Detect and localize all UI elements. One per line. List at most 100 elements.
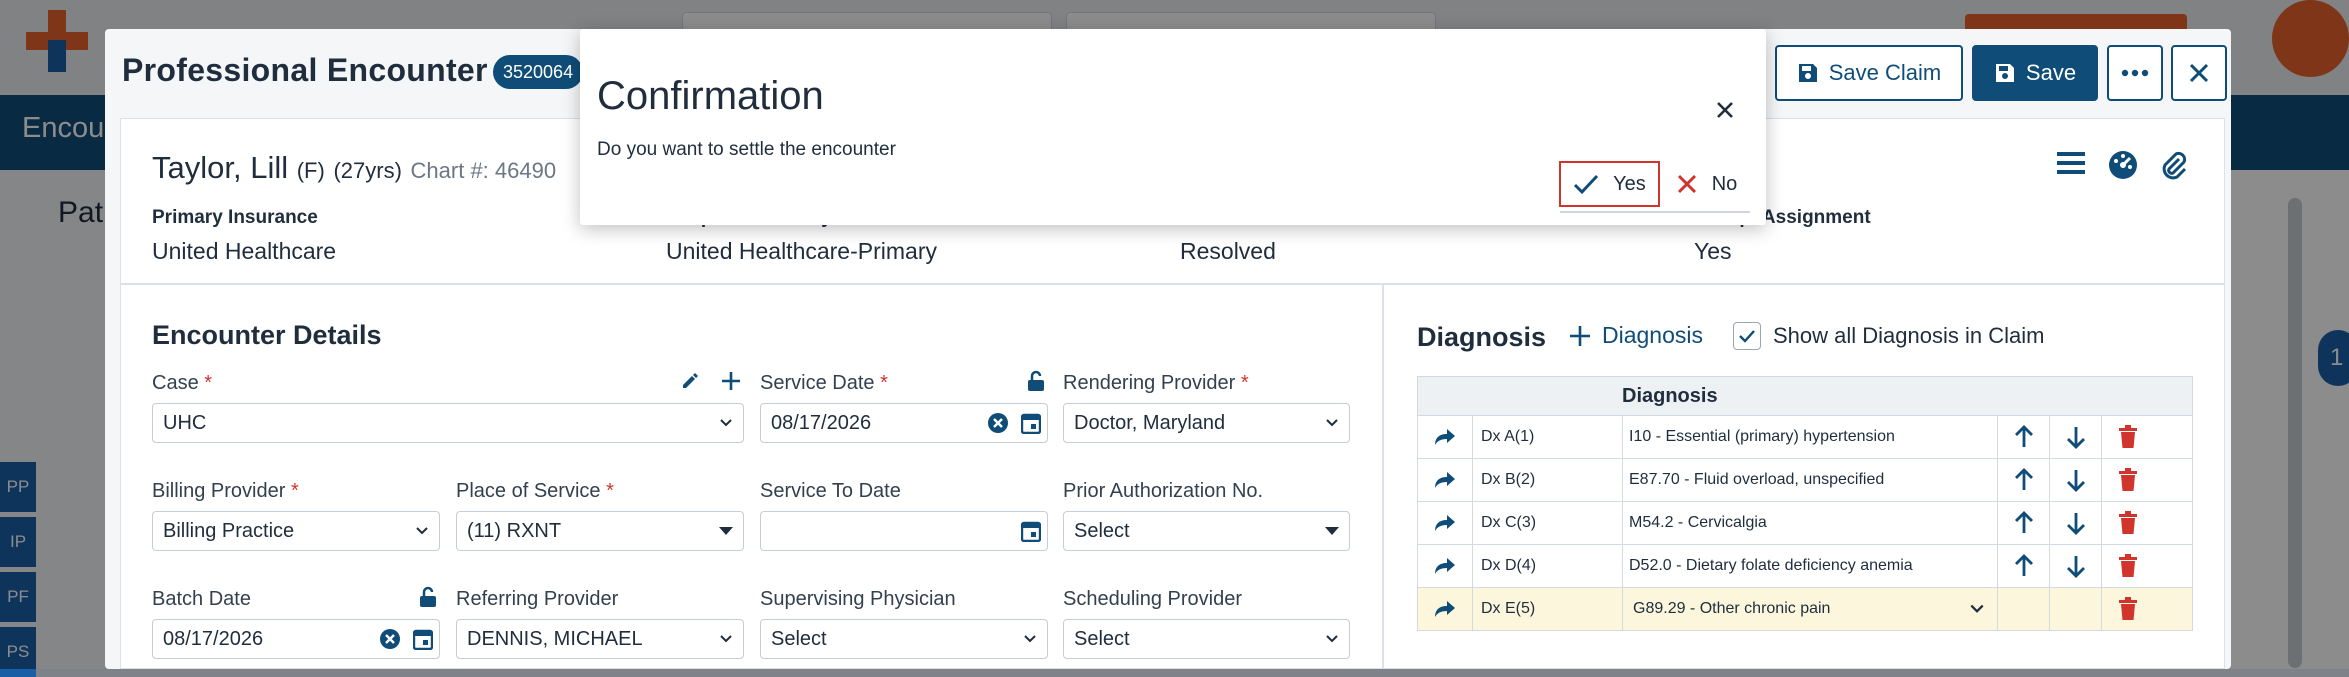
confirmation-close-button[interactable] bbox=[1713, 98, 1737, 122]
diagnosis-table-header: Diagnosis bbox=[1417, 376, 2193, 416]
delete-diagnosis-button[interactable] bbox=[2101, 502, 2153, 544]
edit-case-button[interactable] bbox=[680, 371, 700, 396]
pencil-icon bbox=[683, 373, 698, 388]
link-diagnosis-button[interactable] bbox=[1418, 545, 1472, 587]
column-divider bbox=[1382, 284, 1384, 669]
chevron-down-icon bbox=[416, 527, 428, 535]
billing-provider-select[interactable]: Billing Practice bbox=[152, 511, 440, 551]
rendering-provider-select[interactable]: Doctor, Maryland bbox=[1063, 403, 1350, 443]
service-date-input[interactable]: 08/17/2026 bbox=[760, 403, 1048, 443]
arrow-up-icon bbox=[2014, 468, 2033, 490]
unlock-icon bbox=[420, 586, 436, 607]
diagnosis-description: I10 - Essential (primary) hypertension bbox=[1622, 416, 1997, 458]
chart-number: Chart #: 46490 bbox=[410, 158, 557, 183]
link-diagnosis-button[interactable] bbox=[1418, 416, 1472, 458]
delete-diagnosis-button[interactable] bbox=[2101, 416, 2153, 458]
delete-diagnosis-button[interactable] bbox=[2101, 588, 2153, 630]
dashboard-button[interactable] bbox=[2108, 150, 2138, 185]
claim-status-value: Resolved bbox=[1180, 238, 1276, 264]
section-divider bbox=[120, 283, 2225, 285]
clear-circle-icon[interactable] bbox=[987, 412, 1009, 434]
clear-circle-icon[interactable] bbox=[379, 628, 401, 650]
chevron-down-icon bbox=[1024, 635, 1036, 643]
confirmation-divider bbox=[1560, 211, 1750, 213]
confirmation-message: Do you want to settle the encounter bbox=[597, 139, 896, 160]
move-down-button[interactable] bbox=[2049, 416, 2101, 458]
add-case-button[interactable] bbox=[720, 370, 742, 397]
link-diagnosis-button[interactable] bbox=[1418, 588, 1472, 630]
move-up-button[interactable] bbox=[1997, 416, 2049, 458]
prior-auth-select[interactable]: Select bbox=[1063, 511, 1350, 551]
link-diagnosis-button[interactable] bbox=[1418, 459, 1472, 501]
trash-icon bbox=[2118, 597, 2137, 620]
accept-assignment-value: Yes bbox=[1694, 238, 1732, 264]
check-icon bbox=[1574, 174, 1599, 195]
more-options-button[interactable] bbox=[2107, 45, 2163, 101]
save-button[interactable]: Save bbox=[1972, 45, 2098, 101]
dx-pointer: Dx C(3) bbox=[1472, 502, 1622, 544]
delete-diagnosis-button[interactable] bbox=[2101, 459, 2153, 501]
patient-header: Taylor, Lill (F) (27yrs) Chart #: 46490 bbox=[152, 150, 556, 186]
save-claim-button[interactable]: Save Claim bbox=[1775, 45, 1963, 101]
modal-title: Professional Encounter bbox=[122, 52, 488, 88]
primary-insurance-label: Primary Insurance bbox=[152, 207, 318, 228]
diagnosis-description: D52.0 - Dietary folate deficiency anemia bbox=[1622, 545, 1997, 587]
arrow-up-icon bbox=[2014, 425, 2033, 447]
menu-button[interactable] bbox=[2057, 150, 2085, 181]
service-to-date-input[interactable] bbox=[760, 511, 1048, 551]
encounter-details-title: Encounter Details bbox=[152, 320, 382, 350]
check-icon bbox=[1739, 330, 1755, 343]
arrow-down-icon bbox=[2066, 556, 2085, 578]
primary-insurance-value: United Healthcare bbox=[152, 238, 337, 264]
calendar-icon[interactable] bbox=[1021, 412, 1041, 434]
scheduling-provider-label: Scheduling Provider bbox=[1063, 588, 1242, 610]
patient-age: (27yrs) bbox=[333, 158, 402, 183]
move-up-button[interactable] bbox=[1997, 545, 2049, 587]
diagnosis-select[interactable]: G89.29 - Other chronic pain bbox=[1622, 588, 1997, 630]
show-all-diagnosis-toggle[interactable]: Show all Diagnosis in Claim bbox=[1733, 322, 2044, 350]
referring-provider-select[interactable]: DENNIS, MICHAEL bbox=[456, 619, 744, 659]
case-select[interactable]: UHC bbox=[152, 403, 744, 443]
unlock-batch-date-button[interactable] bbox=[418, 586, 438, 613]
responsible-party-value: United Healthcare-Primary bbox=[666, 238, 937, 264]
dx-pointer: Dx E(5) bbox=[1472, 588, 1622, 630]
floppy-disk-icon bbox=[1994, 62, 2016, 84]
add-diagnosis-button[interactable]: Diagnosis bbox=[1568, 322, 1703, 349]
close-icon bbox=[2189, 63, 2209, 83]
diagnosis-column-header: Diagnosis bbox=[1622, 385, 1718, 407]
dx-pointer: Dx D(4) bbox=[1472, 545, 1622, 587]
calendar-icon[interactable] bbox=[413, 628, 433, 650]
prior-auth-label: Prior Authorization No. bbox=[1063, 480, 1264, 502]
arrow-up-icon bbox=[2014, 511, 2033, 533]
diagnosis-row: Dx C(3) M54.2 - Cervicalgia bbox=[1417, 502, 2193, 545]
yes-label: Yes bbox=[1613, 172, 1646, 195]
move-up-button[interactable] bbox=[1997, 502, 2049, 544]
share-arrow-icon bbox=[1435, 601, 1455, 617]
hamburger-menu-icon bbox=[2057, 152, 2085, 174]
diagnosis-row: Dx B(2) E87.70 - Fluid overload, unspecif… bbox=[1417, 459, 2193, 502]
move-down-button[interactable] bbox=[2049, 502, 2101, 544]
gauge-icon bbox=[2109, 151, 2137, 179]
arrow-up-icon bbox=[2014, 554, 2033, 576]
move-down-button[interactable] bbox=[2049, 545, 2101, 587]
scheduling-provider-select[interactable]: Select bbox=[1063, 619, 1350, 659]
calendar-icon[interactable] bbox=[1021, 520, 1041, 542]
move-down-button[interactable] bbox=[2049, 459, 2101, 501]
trash-icon bbox=[2118, 511, 2137, 534]
confirm-no-button[interactable]: No bbox=[1664, 161, 1749, 207]
link-diagnosis-button[interactable] bbox=[1418, 502, 1472, 544]
delete-diagnosis-button[interactable] bbox=[2101, 545, 2153, 587]
confirm-yes-button[interactable]: Yes bbox=[1559, 161, 1660, 207]
batch-date-input[interactable]: 08/17/2026 bbox=[152, 619, 440, 659]
diagnosis-row: Dx E(5) G89.29 - Other chronic pain bbox=[1417, 588, 2193, 631]
unlock-service-date-button[interactable] bbox=[1026, 370, 1046, 397]
move-up-button[interactable] bbox=[1997, 459, 2049, 501]
checkbox[interactable] bbox=[1733, 322, 1761, 350]
close-modal-button[interactable] bbox=[2171, 45, 2227, 101]
place-of-service-select[interactable]: (11) RXNT bbox=[456, 511, 744, 551]
attachment-button[interactable] bbox=[2159, 150, 2189, 185]
share-arrow-icon bbox=[1435, 515, 1455, 531]
supervising-physician-select[interactable]: Select bbox=[760, 619, 1048, 659]
unlock-icon bbox=[1028, 370, 1044, 391]
close-icon bbox=[1677, 174, 1696, 194]
